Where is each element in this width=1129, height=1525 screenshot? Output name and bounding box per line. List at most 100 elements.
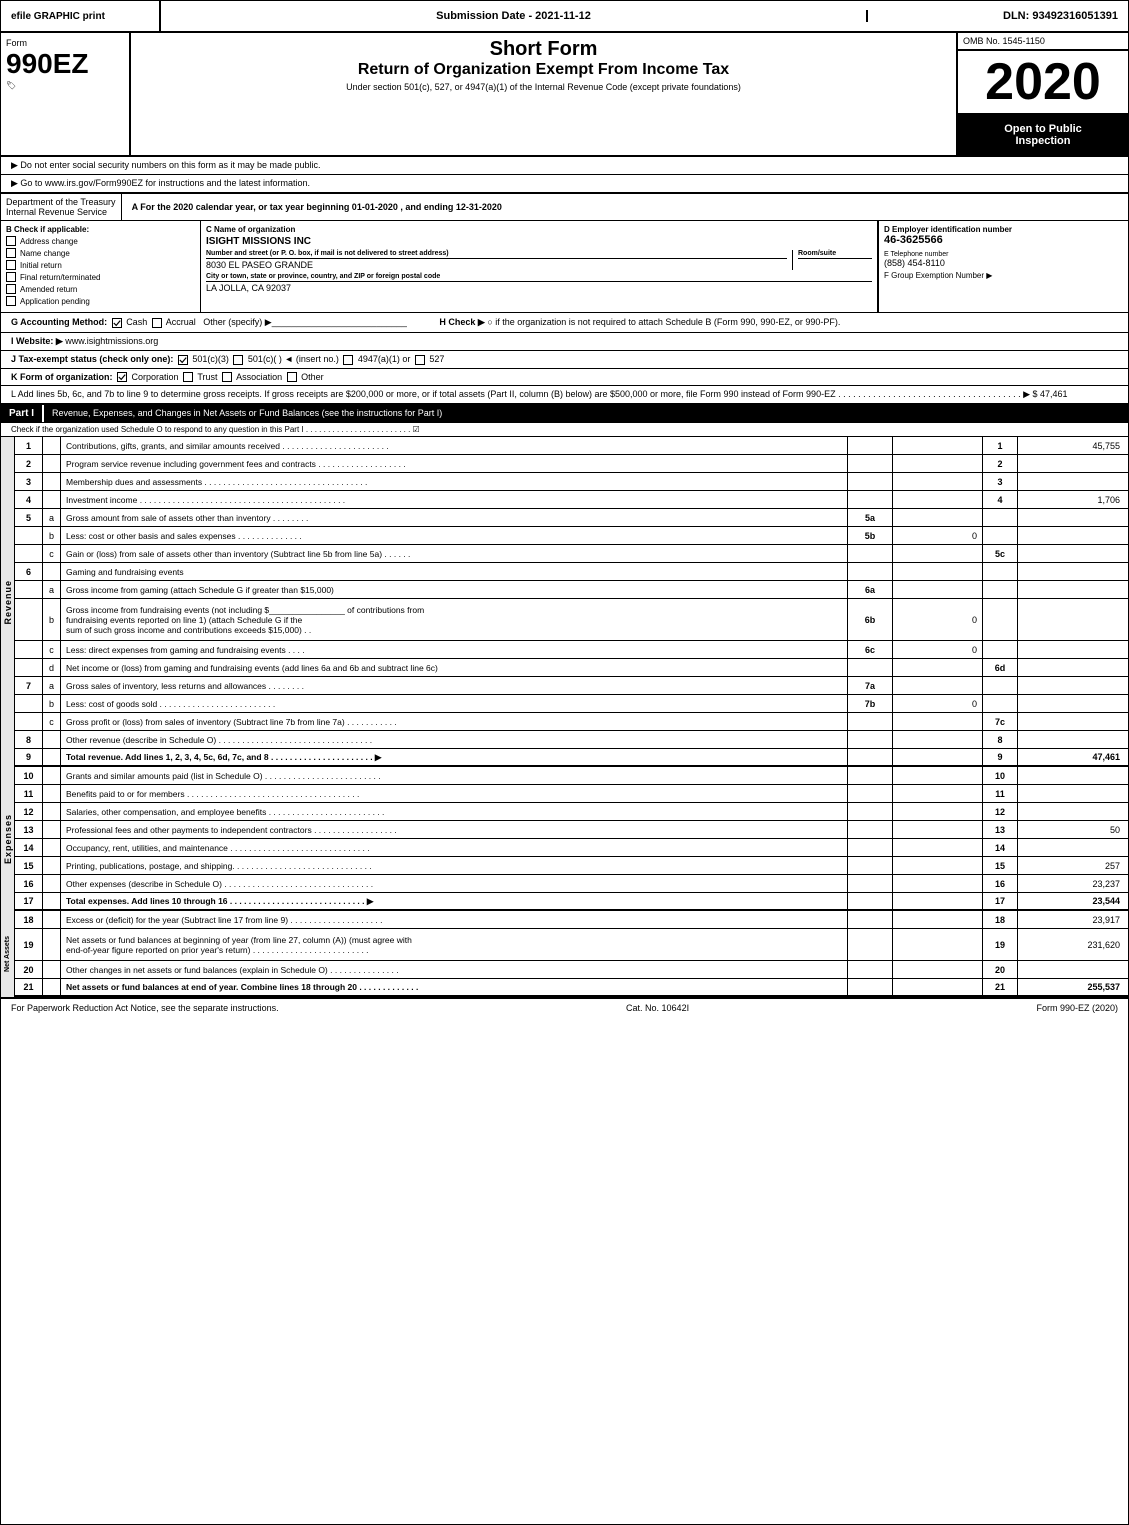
- row-desc: Less: direct expenses from gaming and fu…: [61, 641, 848, 658]
- check-initial-return[interactable]: Initial return: [6, 260, 195, 270]
- table-row: a Gross income from gaming (attach Sched…: [15, 581, 1128, 599]
- row-linenum: 8: [983, 731, 1018, 748]
- row-desc: Gaming and fundraising events: [61, 563, 848, 580]
- corp-checkbox[interactable]: [117, 372, 127, 382]
- row-midnum: [848, 767, 893, 784]
- row-sub: [43, 563, 61, 580]
- expenses-label-text: Expenses: [3, 814, 13, 864]
- open-inspection-label: Open to PublicInspection: [958, 115, 1128, 155]
- tax501c3-checkbox[interactable]: [178, 355, 188, 365]
- row-value: 47,461: [1018, 749, 1128, 765]
- row-num: [15, 641, 43, 658]
- revenue-label-text: Revenue: [3, 580, 13, 625]
- row-linenum: [983, 641, 1018, 658]
- check-application-pending[interactable]: Application pending: [6, 296, 195, 306]
- row-linenum: 16: [983, 875, 1018, 892]
- f-label: F Group Exemption Number ▶: [884, 271, 1123, 280]
- check-address-change[interactable]: Address change: [6, 236, 195, 246]
- row-desc: Professional fees and other payments to …: [61, 821, 848, 838]
- cash-checkbox[interactable]: [112, 318, 122, 328]
- row-midnum: [848, 491, 893, 508]
- form-990ez-label: 990EZ: [6, 50, 124, 78]
- table-row: 4 Investment income . . . . . . . . . . …: [15, 491, 1128, 509]
- row-linenum: 13: [983, 821, 1018, 838]
- name-change-checkbox[interactable]: [6, 248, 16, 258]
- row-desc: Excess or (deficit) for the year (Subtra…: [61, 911, 848, 928]
- l-row: L Add lines 5b, 6c, and 7b to line 9 to …: [1, 386, 1128, 405]
- row-midnum: [848, 911, 893, 928]
- application-pending-checkbox[interactable]: [6, 296, 16, 306]
- row-sub: a: [43, 581, 61, 598]
- check-name-change[interactable]: Name change: [6, 248, 195, 258]
- row-value: [1018, 509, 1128, 526]
- warning-text: ▶ Do not enter social security numbers o…: [11, 160, 321, 171]
- row-num: 12: [15, 803, 43, 820]
- check-final-return[interactable]: Final return/terminated: [6, 272, 195, 282]
- row-sub: [43, 767, 61, 784]
- row-sub: d: [43, 659, 61, 676]
- tax4947-checkbox[interactable]: [343, 355, 353, 365]
- row-sub: c: [43, 641, 61, 658]
- row-sub: [43, 803, 61, 820]
- row-num: 8: [15, 731, 43, 748]
- form-icon: 🏷: [6, 81, 124, 90]
- initial-return-checkbox[interactable]: [6, 260, 16, 270]
- table-row: 11 Benefits paid to or for members . . .…: [15, 785, 1128, 803]
- row-midnum: [848, 713, 893, 730]
- trust-checkbox[interactable]: [183, 372, 193, 382]
- row-midval: [893, 875, 983, 892]
- row-sub: [43, 437, 61, 454]
- row-midval: 0: [893, 641, 983, 658]
- row-midval: [893, 563, 983, 580]
- row-num: 16: [15, 875, 43, 892]
- table-row: 12 Salaries, other compensation, and emp…: [15, 803, 1128, 821]
- row-value: [1018, 767, 1128, 784]
- org-info-section: B Check if applicable: Address change Na…: [1, 221, 1128, 313]
- row-linenum: 3: [983, 473, 1018, 490]
- row-linenum: 19: [983, 929, 1018, 960]
- row-sub: [43, 979, 61, 995]
- row-midval: [893, 767, 983, 784]
- row-midval: [893, 785, 983, 802]
- tax527-checkbox[interactable]: [415, 355, 425, 365]
- other-checkbox[interactable]: [287, 372, 297, 382]
- final-return-checkbox[interactable]: [6, 272, 16, 282]
- row-midval: [893, 677, 983, 694]
- row-linenum: 6d: [983, 659, 1018, 676]
- row-midnum: 6a: [848, 581, 893, 598]
- address-change-checkbox[interactable]: [6, 236, 16, 246]
- footer-left: For Paperwork Reduction Act Notice, see …: [11, 1003, 279, 1013]
- assoc-checkbox[interactable]: [222, 372, 232, 382]
- row-sub: c: [43, 545, 61, 562]
- row-num: 14: [15, 839, 43, 856]
- row-sub: b: [43, 527, 61, 544]
- row-midnum: [848, 455, 893, 472]
- table-row: c Less: direct expenses from gaming and …: [15, 641, 1128, 659]
- row-desc: Salaries, other compensation, and employ…: [61, 803, 848, 820]
- final-return-label: Final return/terminated: [20, 273, 100, 282]
- row-midnum: [848, 659, 893, 676]
- check-amended-return[interactable]: Amended return: [6, 284, 195, 294]
- return-title: Return of Organization Exempt From Incom…: [141, 61, 946, 79]
- accrual-checkbox[interactable]: [152, 318, 162, 328]
- amended-return-checkbox[interactable]: [6, 284, 16, 294]
- omb-number: OMB No. 1545-1150: [958, 33, 1128, 51]
- row-num: [15, 713, 43, 730]
- ein-value: 46-3625566: [884, 234, 1123, 246]
- row-value: 23,237: [1018, 875, 1128, 892]
- row-midval: [893, 581, 983, 598]
- row-sub: b: [43, 695, 61, 712]
- row-midnum: [848, 839, 893, 856]
- row-desc: Occupancy, rent, utilities, and maintena…: [61, 839, 848, 856]
- row-value: [1018, 545, 1128, 562]
- tax-year-row: A For the 2020 calendar year, or tax yea…: [122, 194, 1128, 220]
- row-value: [1018, 599, 1128, 640]
- row-value: 23,917: [1018, 911, 1128, 928]
- table-row: 2 Program service revenue including gove…: [15, 455, 1128, 473]
- instructions-row: ▶ Go to www.irs.gov/Form990EZ for instru…: [1, 175, 1128, 194]
- tax501c-checkbox[interactable]: [233, 355, 243, 365]
- table-row: 9 Total revenue. Add lines 1, 2, 3, 4, 5…: [15, 749, 1128, 767]
- row-desc: Program service revenue including govern…: [61, 455, 848, 472]
- net-asset-rows: 18 Excess or (deficit) for the year (Sub…: [15, 911, 1128, 997]
- row-desc: Gross profit or (loss) from sales of inv…: [61, 713, 848, 730]
